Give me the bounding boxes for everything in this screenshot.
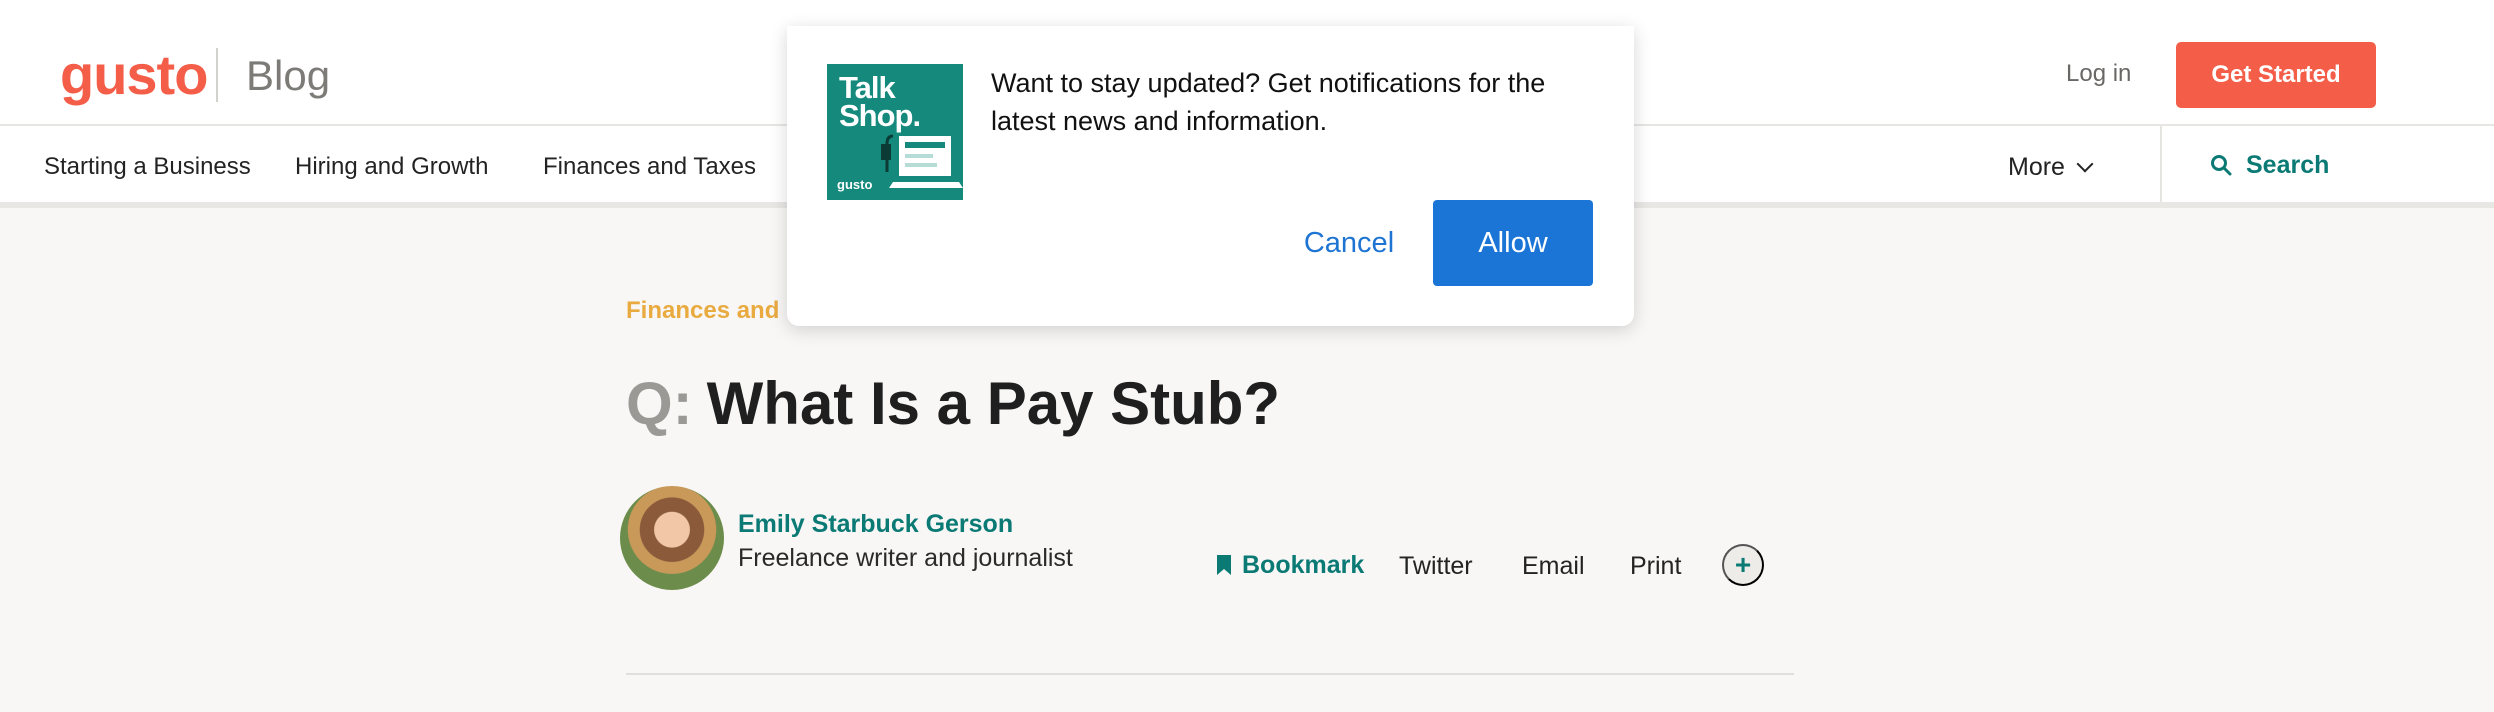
nav-item-hiring-and-growth[interactable]: Hiring and Growth: [295, 152, 488, 182]
more-menu[interactable]: More: [2008, 152, 2094, 182]
author-name-link[interactable]: Emily Starbuck Gerson: [738, 508, 1013, 540]
author-avatar[interactable]: [620, 486, 724, 590]
dialog-message: Want to stay updated? Get notifications …: [991, 68, 1546, 136]
article-category[interactable]: Finances and: [626, 296, 779, 326]
search-area: Search: [2160, 126, 2494, 202]
print-link[interactable]: Print: [1630, 550, 1681, 582]
logo-divider: [216, 48, 218, 102]
bookmark-label: Bookmark: [1242, 551, 1365, 579]
search-button[interactable]: Search: [2210, 150, 2329, 180]
allow-button[interactable]: Allow: [1433, 200, 1593, 286]
gusto-logo[interactable]: gusto: [60, 40, 208, 110]
search-icon: [2211, 155, 2232, 176]
more-share-button[interactable]: +: [1722, 544, 1764, 586]
talk-shop-logo: Talk Shop. gusto: [827, 64, 963, 200]
bookmark-button[interactable]: Bookmark: [1216, 549, 1364, 581]
cancel-button[interactable]: Cancel: [1261, 200, 1437, 286]
search-label: Search: [2246, 151, 2330, 179]
content-divider: [626, 673, 1794, 675]
page-title: Q: What Is a Pay Stub?: [626, 366, 1280, 442]
share-twitter-link[interactable]: Twitter: [1399, 550, 1473, 582]
nav-item-starting-a-business[interactable]: Starting a Business: [44, 152, 251, 182]
share-email-link[interactable]: Email: [1522, 550, 1585, 582]
login-link[interactable]: Log in: [2066, 58, 2131, 90]
more-label: More: [2008, 153, 2065, 181]
chevron-down-icon: [2076, 155, 2094, 173]
get-started-button[interactable]: Get Started: [2176, 42, 2376, 108]
bookmark-icon: [1217, 555, 1231, 575]
notification-permission-dialog: Talk Shop. gusto Want to stay updated? G…: [787, 26, 1634, 326]
title-text: What Is a Pay Stub?: [706, 370, 1281, 437]
nav-item-finances-and-taxes[interactable]: Finances and Taxes: [543, 152, 756, 182]
author-role: Freelance writer and journalist: [738, 544, 1073, 572]
title-prefix: Q:: [626, 370, 693, 437]
gusto-mini-logo: gusto: [837, 177, 873, 192]
blog-section-label[interactable]: Blog: [246, 48, 330, 104]
